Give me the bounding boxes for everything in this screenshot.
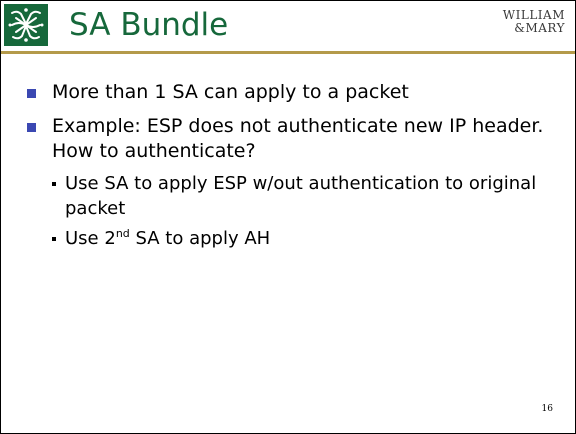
sub-bullet-text: Use SA to apply ESP w/out authentication… bbox=[65, 173, 537, 219]
slide-title: SA Bundle bbox=[69, 7, 229, 43]
page-number: 16 bbox=[541, 404, 553, 414]
william-mary-wordmark: WILLIAM &MARY bbox=[495, 9, 565, 35]
slide: SA Bundle WILLIAM &MARY More than 1 SA c… bbox=[0, 0, 576, 434]
square-bullet-icon bbox=[27, 89, 36, 98]
cypher-crest-icon bbox=[4, 4, 48, 46]
small-square-bullet-icon bbox=[52, 182, 56, 186]
slide-body: More than 1 SA can apply to a packet Exa… bbox=[25, 80, 555, 258]
wordmark-line-2: &MARY bbox=[514, 21, 565, 35]
bullet-text: More than 1 SA can apply to a packet bbox=[52, 81, 409, 103]
sub-bullet-item: Use 2nd SA to apply AH bbox=[25, 226, 555, 251]
sub-bullet-item: Use SA to apply ESP w/out authentication… bbox=[25, 171, 555, 221]
sub-bullet-text-start: Use 2 bbox=[65, 228, 116, 249]
sub-bullet-text-end: SA to apply AH bbox=[129, 228, 271, 249]
bullet-item: Example: ESP does not authenticate new I… bbox=[25, 114, 555, 164]
ordinal-superscript: nd bbox=[115, 227, 130, 240]
bullet-item: More than 1 SA can apply to a packet bbox=[25, 80, 555, 105]
small-square-bullet-icon bbox=[52, 237, 56, 241]
header-divider bbox=[1, 51, 575, 54]
slide-header: SA Bundle WILLIAM &MARY bbox=[1, 1, 575, 51]
square-bullet-icon bbox=[27, 123, 36, 132]
bullet-text: Example: ESP does not authenticate new I… bbox=[52, 115, 544, 162]
